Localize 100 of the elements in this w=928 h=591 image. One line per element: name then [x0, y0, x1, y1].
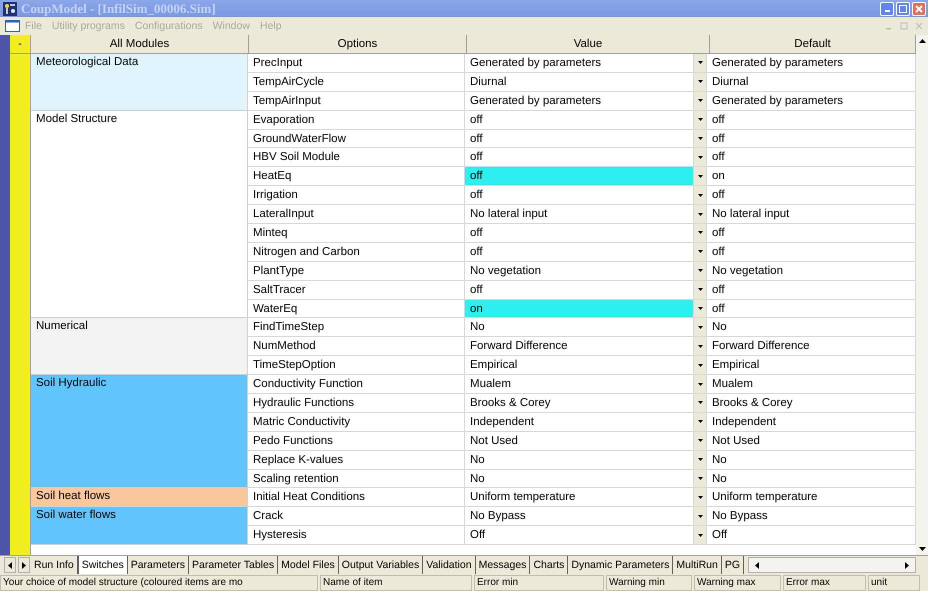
caret-icon	[698, 534, 702, 537]
option-cell: Scaling retention	[248, 470, 465, 488]
dropdown-button[interactable]	[694, 470, 707, 488]
dropdown-button[interactable]	[694, 186, 707, 204]
close-icon	[915, 4, 923, 12]
right-arrow-icon	[905, 562, 909, 568]
module-cell: Soil Hydraulic	[31, 375, 248, 488]
dropdown-button[interactable]	[694, 394, 707, 412]
scroll-down-icon	[918, 547, 926, 551]
option-cell: GroundWaterFlow	[248, 130, 465, 148]
dropdown-button[interactable]	[694, 412, 707, 431]
option-cell: Minteq	[248, 224, 465, 242]
caret-icon	[698, 307, 702, 310]
option-cell: Irrigation	[248, 186, 465, 204]
minimize-icon	[884, 10, 890, 12]
horizontal-scrollbar[interactable]	[748, 557, 916, 573]
dropdown-button[interactable]	[694, 130, 707, 148]
option-cell: Pedo Functions	[248, 432, 465, 450]
caret-icon	[698, 231, 702, 234]
dropdown-button[interactable]	[694, 300, 707, 318]
option-cell: Hydraulic Functions	[248, 394, 465, 412]
option-cell: TimeStepOption	[248, 356, 465, 374]
maximize-button[interactable]	[896, 2, 910, 16]
caret-icon	[698, 344, 702, 348]
dropdown-button[interactable]	[694, 110, 707, 129]
option-cell: PrecInput	[248, 54, 465, 72]
option-cell: Initial Heat Conditions	[248, 488, 465, 506]
value-cell[interactable]: on	[465, 300, 694, 318]
option-cell: HBV Soil Module	[248, 148, 465, 166]
dropdown-button[interactable]	[694, 205, 707, 224]
option-cell: Nitrogen and Carbon	[248, 242, 465, 261]
scroll-up-icon	[918, 39, 926, 43]
option-cell: Matric Conductivity	[248, 412, 465, 431]
option-cell: Hysteresis	[248, 526, 465, 544]
corner-cell: -	[10, 35, 31, 54]
option-cell: Conductivity Function	[248, 375, 465, 394]
value-cell[interactable]: off	[465, 167, 694, 186]
tab-scroll-right-button[interactable]	[18, 557, 30, 573]
dropdown-button[interactable]	[694, 224, 707, 242]
option-cell: Evaporation	[248, 110, 465, 129]
caret-icon	[698, 174, 702, 178]
column-header[interactable]: Options	[249, 35, 467, 54]
option-cell: Crack	[248, 507, 465, 526]
tab-scroll-left-button[interactable]	[4, 557, 16, 573]
caret-icon	[698, 212, 702, 216]
module-cell: Soil water flows	[31, 507, 248, 546]
caret-icon	[698, 326, 702, 329]
caret-icon	[698, 364, 702, 367]
caret-icon	[698, 439, 702, 442]
dropdown-button[interactable]	[694, 262, 707, 280]
caret-icon	[698, 99, 702, 102]
dropdown-button[interactable]	[694, 72, 707, 91]
module-cell: Soil heat flows	[31, 488, 248, 508]
dropdown-button[interactable]	[694, 242, 707, 261]
dropdown-button[interactable]	[694, 167, 707, 186]
module-cell: Numerical	[31, 318, 248, 376]
close-button[interactable]	[912, 2, 926, 16]
option-cell: TempAirInput	[248, 92, 465, 110]
module-cell: Model Structure	[31, 110, 248, 318]
dropdown-button[interactable]	[694, 318, 707, 336]
dropdown-button[interactable]	[694, 375, 707, 394]
dropdown-button[interactable]	[694, 356, 707, 374]
module-cell: Meteorological Data	[31, 54, 248, 111]
sheet-tab[interactable]: Validation	[423, 556, 476, 574]
caret-icon	[698, 61, 702, 64]
dropdown-button[interactable]	[694, 432, 707, 450]
dropdown-button[interactable]	[694, 54, 707, 72]
caret-icon	[698, 514, 702, 518]
column-header[interactable]: Value	[467, 35, 710, 54]
dropdown-button[interactable]	[694, 92, 707, 110]
vertical-scrollbar[interactable]	[916, 35, 928, 555]
column-header[interactable]: Default	[710, 35, 916, 54]
status-pane: Name of item	[320, 575, 472, 591]
caret-icon	[698, 288, 702, 292]
dropdown-button[interactable]	[694, 280, 707, 299]
caret-icon	[698, 118, 702, 122]
dropdown-button[interactable]	[694, 507, 707, 526]
option-cell: FindTimeStep	[248, 318, 465, 336]
document-icon	[5, 20, 20, 32]
dropdown-button[interactable]	[694, 337, 707, 356]
status-pane: unit	[868, 575, 920, 591]
minimize-button[interactable]	[880, 2, 894, 16]
dropdown-button[interactable]	[694, 148, 707, 166]
caret-icon	[698, 250, 702, 254]
sheet-tab[interactable]: Switches	[78, 556, 128, 574]
right-arrow-icon	[22, 562, 26, 568]
option-cell: NumMethod	[248, 337, 465, 356]
dropdown-button[interactable]	[694, 450, 707, 469]
status-pane: Warning max	[694, 575, 781, 591]
caret-icon	[698, 401, 702, 404]
dropdown-button[interactable]	[694, 526, 707, 544]
option-cell: TempAirCycle	[248, 72, 465, 91]
option-cell: PlantType	[248, 262, 465, 280]
caret-icon	[698, 137, 702, 140]
dropdown-button[interactable]	[694, 488, 707, 506]
left-arrow-icon	[755, 562, 760, 568]
maximize-icon	[899, 4, 907, 12]
app-icon	[3, 2, 17, 16]
caret-icon	[698, 156, 702, 159]
left-arrow-icon	[8, 562, 12, 568]
